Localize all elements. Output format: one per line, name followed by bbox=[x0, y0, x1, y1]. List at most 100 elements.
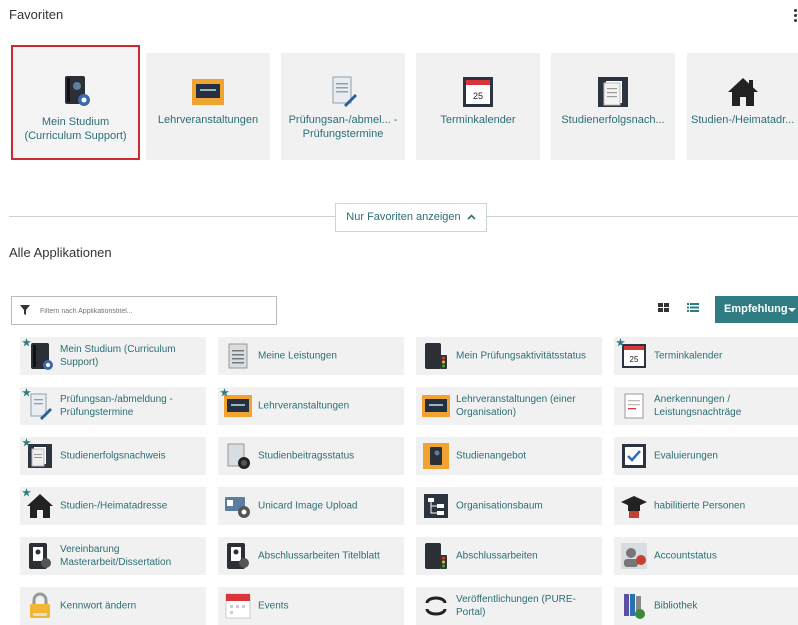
book-person-icon bbox=[227, 543, 249, 569]
app-tile[interactable]: Prüfungsan-/abmeldung - Prüfungstermine bbox=[20, 387, 206, 425]
app-tile-label: Studienbeitragsstatus bbox=[258, 450, 355, 462]
checkmark-board-icon bbox=[622, 444, 646, 468]
favorite-tile-label: Terminkalender bbox=[440, 114, 516, 126]
app-tile[interactable]: Abschlussarbeiten bbox=[416, 537, 602, 575]
book-traffic-light-icon bbox=[425, 543, 447, 569]
app-tile-label: Meine Leistungen bbox=[258, 350, 337, 362]
chevron-up-icon bbox=[467, 214, 476, 220]
app-tile[interactable]: Vereinbarung Masterarbeit/Dissertation bbox=[20, 537, 206, 575]
app-tile-label: Abschlussarbeiten Titelblatt bbox=[258, 550, 380, 562]
app-tile[interactable]: habilitierte Personen bbox=[614, 487, 798, 525]
app-tile[interactable]: Lehrveranstaltungen bbox=[218, 387, 404, 425]
app-tile[interactable]: Mein Prüfungsaktivitätsstatus bbox=[416, 337, 602, 375]
grid-view-icon[interactable] bbox=[657, 300, 671, 314]
caret-down-icon bbox=[788, 308, 796, 312]
sort-label: Empfehlung bbox=[724, 303, 788, 315]
sort-dropdown-button[interactable]: Empfehlung bbox=[715, 296, 798, 323]
filter-icon bbox=[20, 305, 30, 315]
book-person-icon bbox=[29, 543, 51, 569]
show-only-favorites-label: Nur Favoriten anzeigen bbox=[346, 211, 461, 223]
app-tile-label: Studien-/Heimatadresse bbox=[60, 500, 168, 512]
favorite-star-icon[interactable] bbox=[616, 338, 625, 347]
favorite-star-icon[interactable] bbox=[22, 388, 31, 397]
favorite-star-icon[interactable] bbox=[22, 438, 31, 447]
document-pen-icon bbox=[332, 76, 357, 107]
app-tile-label: Bibliothek bbox=[654, 600, 698, 612]
app-tile[interactable]: Organisationsbaum bbox=[416, 487, 602, 525]
app-tile[interactable]: Veröffentlichungen (PURE-Portal) bbox=[416, 587, 602, 625]
app-tile[interactable]: Anerkennungen / Leistungsnachträge bbox=[614, 387, 798, 425]
favorite-star-icon[interactable] bbox=[220, 388, 229, 397]
app-tile[interactable]: Studienangebot bbox=[416, 437, 602, 475]
graduate-cap-icon bbox=[621, 496, 647, 518]
org-tree-icon bbox=[424, 494, 448, 518]
filter-box bbox=[11, 296, 277, 325]
favorite-tile-label: Studien-/Heimatadr... bbox=[691, 114, 795, 126]
app-tile[interactable]: Studienerfolgsnachweis bbox=[20, 437, 206, 475]
events-calendar-icon bbox=[225, 593, 251, 619]
app-tile[interactable]: Meine Leistungen bbox=[218, 337, 404, 375]
favorite-tile-mein-studium[interactable]: Mein Studium (Curriculum Support) bbox=[11, 45, 140, 160]
book-traffic-light-icon bbox=[425, 343, 447, 369]
calendar-icon: 25 bbox=[463, 77, 493, 107]
divider-left bbox=[9, 216, 335, 217]
app-tile-label: Organisationsbaum bbox=[456, 500, 543, 512]
chalkboard-icon bbox=[192, 79, 224, 105]
list-view-icon[interactable] bbox=[686, 300, 700, 314]
svg-text:25: 25 bbox=[630, 355, 639, 364]
house-icon bbox=[727, 78, 758, 106]
favorite-star-icon[interactable] bbox=[22, 488, 31, 497]
document-list-icon bbox=[228, 343, 248, 369]
document-check-icon bbox=[624, 393, 644, 419]
favorite-tile-label: Studienerfolgsnach... bbox=[561, 114, 665, 126]
padlock-icon bbox=[30, 592, 50, 618]
favorite-tile-label: Lehrveranstaltungen bbox=[157, 114, 259, 126]
app-tile-label: Studienangebot bbox=[456, 450, 527, 462]
book-gear-icon bbox=[64, 76, 90, 106]
app-tile-label: Terminkalender bbox=[654, 350, 723, 362]
favorite-tile-terminkalender[interactable]: 25 Terminkalender bbox=[416, 53, 540, 160]
favorite-tile-studienerfolgsnachweis[interactable]: Studienerfolgsnach... bbox=[551, 53, 675, 160]
favorite-tile-lehrveranstaltungen[interactable]: Lehrveranstaltungen bbox=[146, 53, 270, 160]
app-tile[interactable]: 25 Terminkalender bbox=[614, 337, 798, 375]
coins-document-icon bbox=[227, 443, 250, 469]
app-tile[interactable]: Bibliothek bbox=[614, 587, 798, 625]
app-tile[interactable]: Abschlussarbeiten Titelblatt bbox=[218, 537, 404, 575]
id-card-gear-icon bbox=[225, 497, 250, 518]
app-tile-label: Anerkennungen / Leistungsnachträge bbox=[654, 394, 742, 418]
svg-text:25: 25 bbox=[473, 91, 483, 101]
app-tile[interactable]: Mein Studium (Curriculum Support) bbox=[20, 337, 206, 375]
app-tile[interactable]: Lehrveranstaltungen (einer Organisation) bbox=[416, 387, 602, 425]
favorite-star-icon[interactable] bbox=[22, 338, 31, 347]
favorite-tile-heimatadresse[interactable]: Studien-/Heimatadr... bbox=[687, 53, 798, 160]
app-tile[interactable]: Kennwort ändern bbox=[20, 587, 206, 625]
app-tile[interactable]: Studien-/Heimatadresse bbox=[20, 487, 206, 525]
app-tile-label: Evaluierungen bbox=[654, 450, 718, 462]
app-tile-label: Veröffentlichungen (PURE-Portal) bbox=[456, 594, 576, 618]
favorite-tile-pruefungsanmeldung[interactable]: Prüfungsan-/abmel... - Prüfungstermine bbox=[281, 53, 405, 160]
app-tile-label: Studienerfolgsnachweis bbox=[60, 450, 166, 462]
more-options-icon[interactable] bbox=[794, 9, 798, 24]
app-tile-label: Abschlussarbeiten bbox=[456, 550, 538, 562]
app-tile-label: Accountstatus bbox=[654, 550, 717, 562]
app-tile[interactable]: Unicard Image Upload bbox=[218, 487, 404, 525]
app-tile-label: Prüfungsan-/abmeldung - Prüfungstermine bbox=[60, 394, 173, 418]
app-tile-label: habilitierte Personen bbox=[654, 500, 746, 512]
app-tile-label: Kennwort ändern bbox=[60, 600, 137, 612]
app-tile[interactable]: Events bbox=[218, 587, 404, 625]
book-orange-icon bbox=[423, 443, 449, 469]
favorite-tile-label: Mein Studium (Curriculum Support) bbox=[24, 116, 127, 142]
books-globe-icon bbox=[624, 594, 645, 619]
documents-icon bbox=[598, 77, 628, 107]
app-tile-label: Vereinbarung Masterarbeit/Dissertation bbox=[60, 544, 172, 568]
app-tile[interactable]: Studienbeitragsstatus bbox=[218, 437, 404, 475]
app-tile[interactable]: Evaluierungen bbox=[614, 437, 798, 475]
all-apps-title: Alle Applikationen bbox=[9, 245, 112, 260]
show-only-favorites-button[interactable]: Nur Favoriten anzeigen bbox=[335, 203, 487, 232]
filter-input[interactable] bbox=[38, 302, 272, 320]
app-tile[interactable]: Accountstatus bbox=[614, 537, 798, 575]
pure-logo-icon bbox=[425, 596, 447, 616]
app-tile-label: Lehrveranstaltungen (einer Organisation) bbox=[456, 394, 576, 418]
favorites-title: Favoriten bbox=[9, 7, 64, 22]
app-tile-label: Unicard Image Upload bbox=[258, 500, 358, 512]
